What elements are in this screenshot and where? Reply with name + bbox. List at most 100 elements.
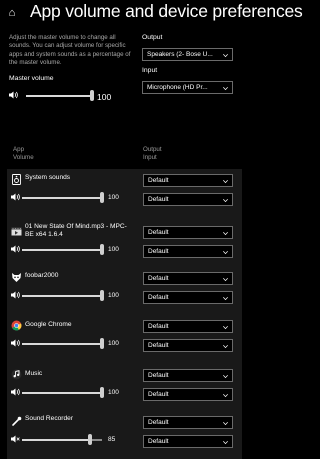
app-volume-thumb[interactable] bbox=[100, 244, 104, 255]
app-volume-fill bbox=[22, 295, 102, 297]
description-text: Adjust the master volume to change all s… bbox=[9, 34, 131, 67]
app-name: Google Chrome bbox=[25, 321, 72, 328]
app-volume-fill bbox=[22, 249, 102, 251]
app-input-dropdown[interactable]: Default bbox=[143, 339, 233, 352]
sound-recorder-icon bbox=[11, 414, 22, 426]
app-input-dropdown[interactable]: Default bbox=[143, 291, 233, 304]
chevron-down-icon bbox=[223, 421, 228, 426]
app-volume-value: 100 bbox=[108, 340, 119, 347]
app-volume-fill bbox=[22, 343, 102, 345]
chrome-icon bbox=[11, 318, 22, 331]
music-icon bbox=[11, 367, 22, 380]
app-output-dropdown[interactable]: Default bbox=[143, 174, 233, 187]
app-volume-thumb[interactable] bbox=[100, 338, 104, 349]
master-volume-value: 100 bbox=[97, 92, 112, 102]
chevron-down-icon bbox=[223, 179, 228, 184]
app-volume-value: 100 bbox=[108, 194, 119, 201]
app-output-value: Default bbox=[148, 177, 169, 184]
app-column-header: App Volume bbox=[13, 146, 34, 161]
back-button[interactable]: ⌂ bbox=[5, 6, 19, 20]
app-volume-value: 100 bbox=[108, 246, 119, 253]
master-volume-fill bbox=[26, 95, 92, 97]
app-input-dropdown[interactable]: Default bbox=[143, 435, 233, 448]
input-device-dropdown[interactable]: Microphone (HD Pr... bbox=[142, 81, 233, 94]
app-output-value: Default bbox=[148, 275, 169, 282]
app-input-value: Default bbox=[148, 438, 169, 445]
chevron-down-icon bbox=[223, 374, 228, 379]
input-label: Input bbox=[142, 67, 158, 74]
output-column-label: Output bbox=[143, 146, 162, 153]
app-input-value: Default bbox=[148, 196, 169, 203]
chevron-down-icon bbox=[223, 440, 228, 445]
chevron-down-icon bbox=[223, 296, 228, 301]
app-output-value: Default bbox=[148, 323, 169, 330]
speaker-icon[interactable] bbox=[11, 339, 20, 347]
speaker-icon[interactable] bbox=[11, 291, 20, 299]
device-column-header: Output Input bbox=[143, 146, 162, 161]
app-input-value: Default bbox=[148, 248, 169, 255]
master-volume-slider[interactable] bbox=[26, 95, 92, 97]
app-name: foobar2000 bbox=[25, 272, 59, 279]
chevron-down-icon bbox=[223, 277, 228, 282]
app-output-value: Default bbox=[148, 372, 169, 379]
app-name: System sounds bbox=[25, 174, 71, 181]
app-output-dropdown[interactable]: Default bbox=[143, 272, 233, 285]
master-volume-label: Master volume bbox=[9, 75, 54, 82]
app-volume-thumb[interactable] bbox=[100, 290, 104, 301]
app-name: 01 New State Of Mind.mp3 - MPC-BE x64 1.… bbox=[25, 223, 127, 239]
app-volume-thumb[interactable] bbox=[100, 387, 104, 398]
app-volume-fill bbox=[22, 197, 102, 199]
chevron-down-icon bbox=[223, 250, 228, 255]
app-volume-slider[interactable] bbox=[22, 392, 102, 394]
app-volume-thumb[interactable] bbox=[88, 434, 92, 445]
app-volume-value: 100 bbox=[108, 389, 119, 396]
chevron-down-icon bbox=[223, 53, 228, 58]
app-input-dropdown[interactable]: Default bbox=[143, 388, 233, 401]
app-input-dropdown[interactable]: Default bbox=[143, 193, 233, 206]
app-volume-value: 85 bbox=[108, 436, 116, 443]
app-volume-value: 100 bbox=[108, 292, 119, 299]
app-volume-fill bbox=[22, 439, 90, 441]
speaker-icon[interactable] bbox=[11, 245, 20, 253]
app-volume-slider[interactable] bbox=[22, 249, 102, 251]
chevron-down-icon bbox=[223, 86, 228, 91]
mpc-be-icon bbox=[11, 224, 22, 236]
app-name: Music bbox=[25, 370, 43, 377]
chevron-down-icon bbox=[223, 325, 228, 330]
output-device-value: Speakers (2- Bose U... bbox=[147, 51, 213, 58]
app-output-dropdown[interactable]: Default bbox=[143, 369, 233, 382]
page-title: App volume and device preferences bbox=[30, 1, 303, 21]
app-column-label: App bbox=[13, 146, 25, 153]
app-volume-slider[interactable] bbox=[22, 343, 102, 345]
app-volume-fill bbox=[22, 392, 102, 394]
app-volume-thumb[interactable] bbox=[100, 192, 104, 203]
speaker-icon[interactable] bbox=[11, 388, 20, 396]
system-sounds-icon bbox=[11, 172, 22, 185]
output-device-dropdown[interactable]: Speakers (2- Bose U... bbox=[142, 48, 233, 61]
input-column-label: Input bbox=[143, 153, 157, 161]
home-icon: ⌂ bbox=[8, 7, 16, 19]
volume-column-label: Volume bbox=[13, 153, 34, 161]
app-input-value: Default bbox=[148, 294, 169, 301]
input-device-value: Microphone (HD Pr... bbox=[147, 84, 208, 91]
output-label: Output bbox=[142, 34, 163, 41]
speaker-icon[interactable] bbox=[9, 91, 18, 99]
app-name: Sound Recorder bbox=[25, 415, 74, 422]
app-input-value: Default bbox=[148, 391, 169, 398]
master-volume-thumb[interactable] bbox=[90, 90, 94, 101]
chevron-down-icon bbox=[223, 393, 228, 398]
app-volume-slider[interactable] bbox=[22, 295, 102, 297]
app-output-dropdown[interactable]: Default bbox=[143, 416, 233, 429]
speaker-icon[interactable] bbox=[11, 193, 20, 201]
app-input-dropdown[interactable]: Default bbox=[143, 245, 233, 258]
app-output-value: Default bbox=[148, 419, 169, 426]
foobar2000-icon bbox=[11, 270, 22, 282]
chevron-down-icon bbox=[223, 344, 228, 349]
app-output-value: Default bbox=[148, 229, 169, 236]
app-input-value: Default bbox=[148, 342, 169, 349]
app-output-dropdown[interactable]: Default bbox=[143, 320, 233, 333]
chevron-down-icon bbox=[223, 231, 228, 236]
speaker-muted-icon[interactable] bbox=[11, 435, 20, 443]
app-volume-slider[interactable] bbox=[22, 197, 102, 199]
app-output-dropdown[interactable]: Default bbox=[143, 226, 233, 239]
